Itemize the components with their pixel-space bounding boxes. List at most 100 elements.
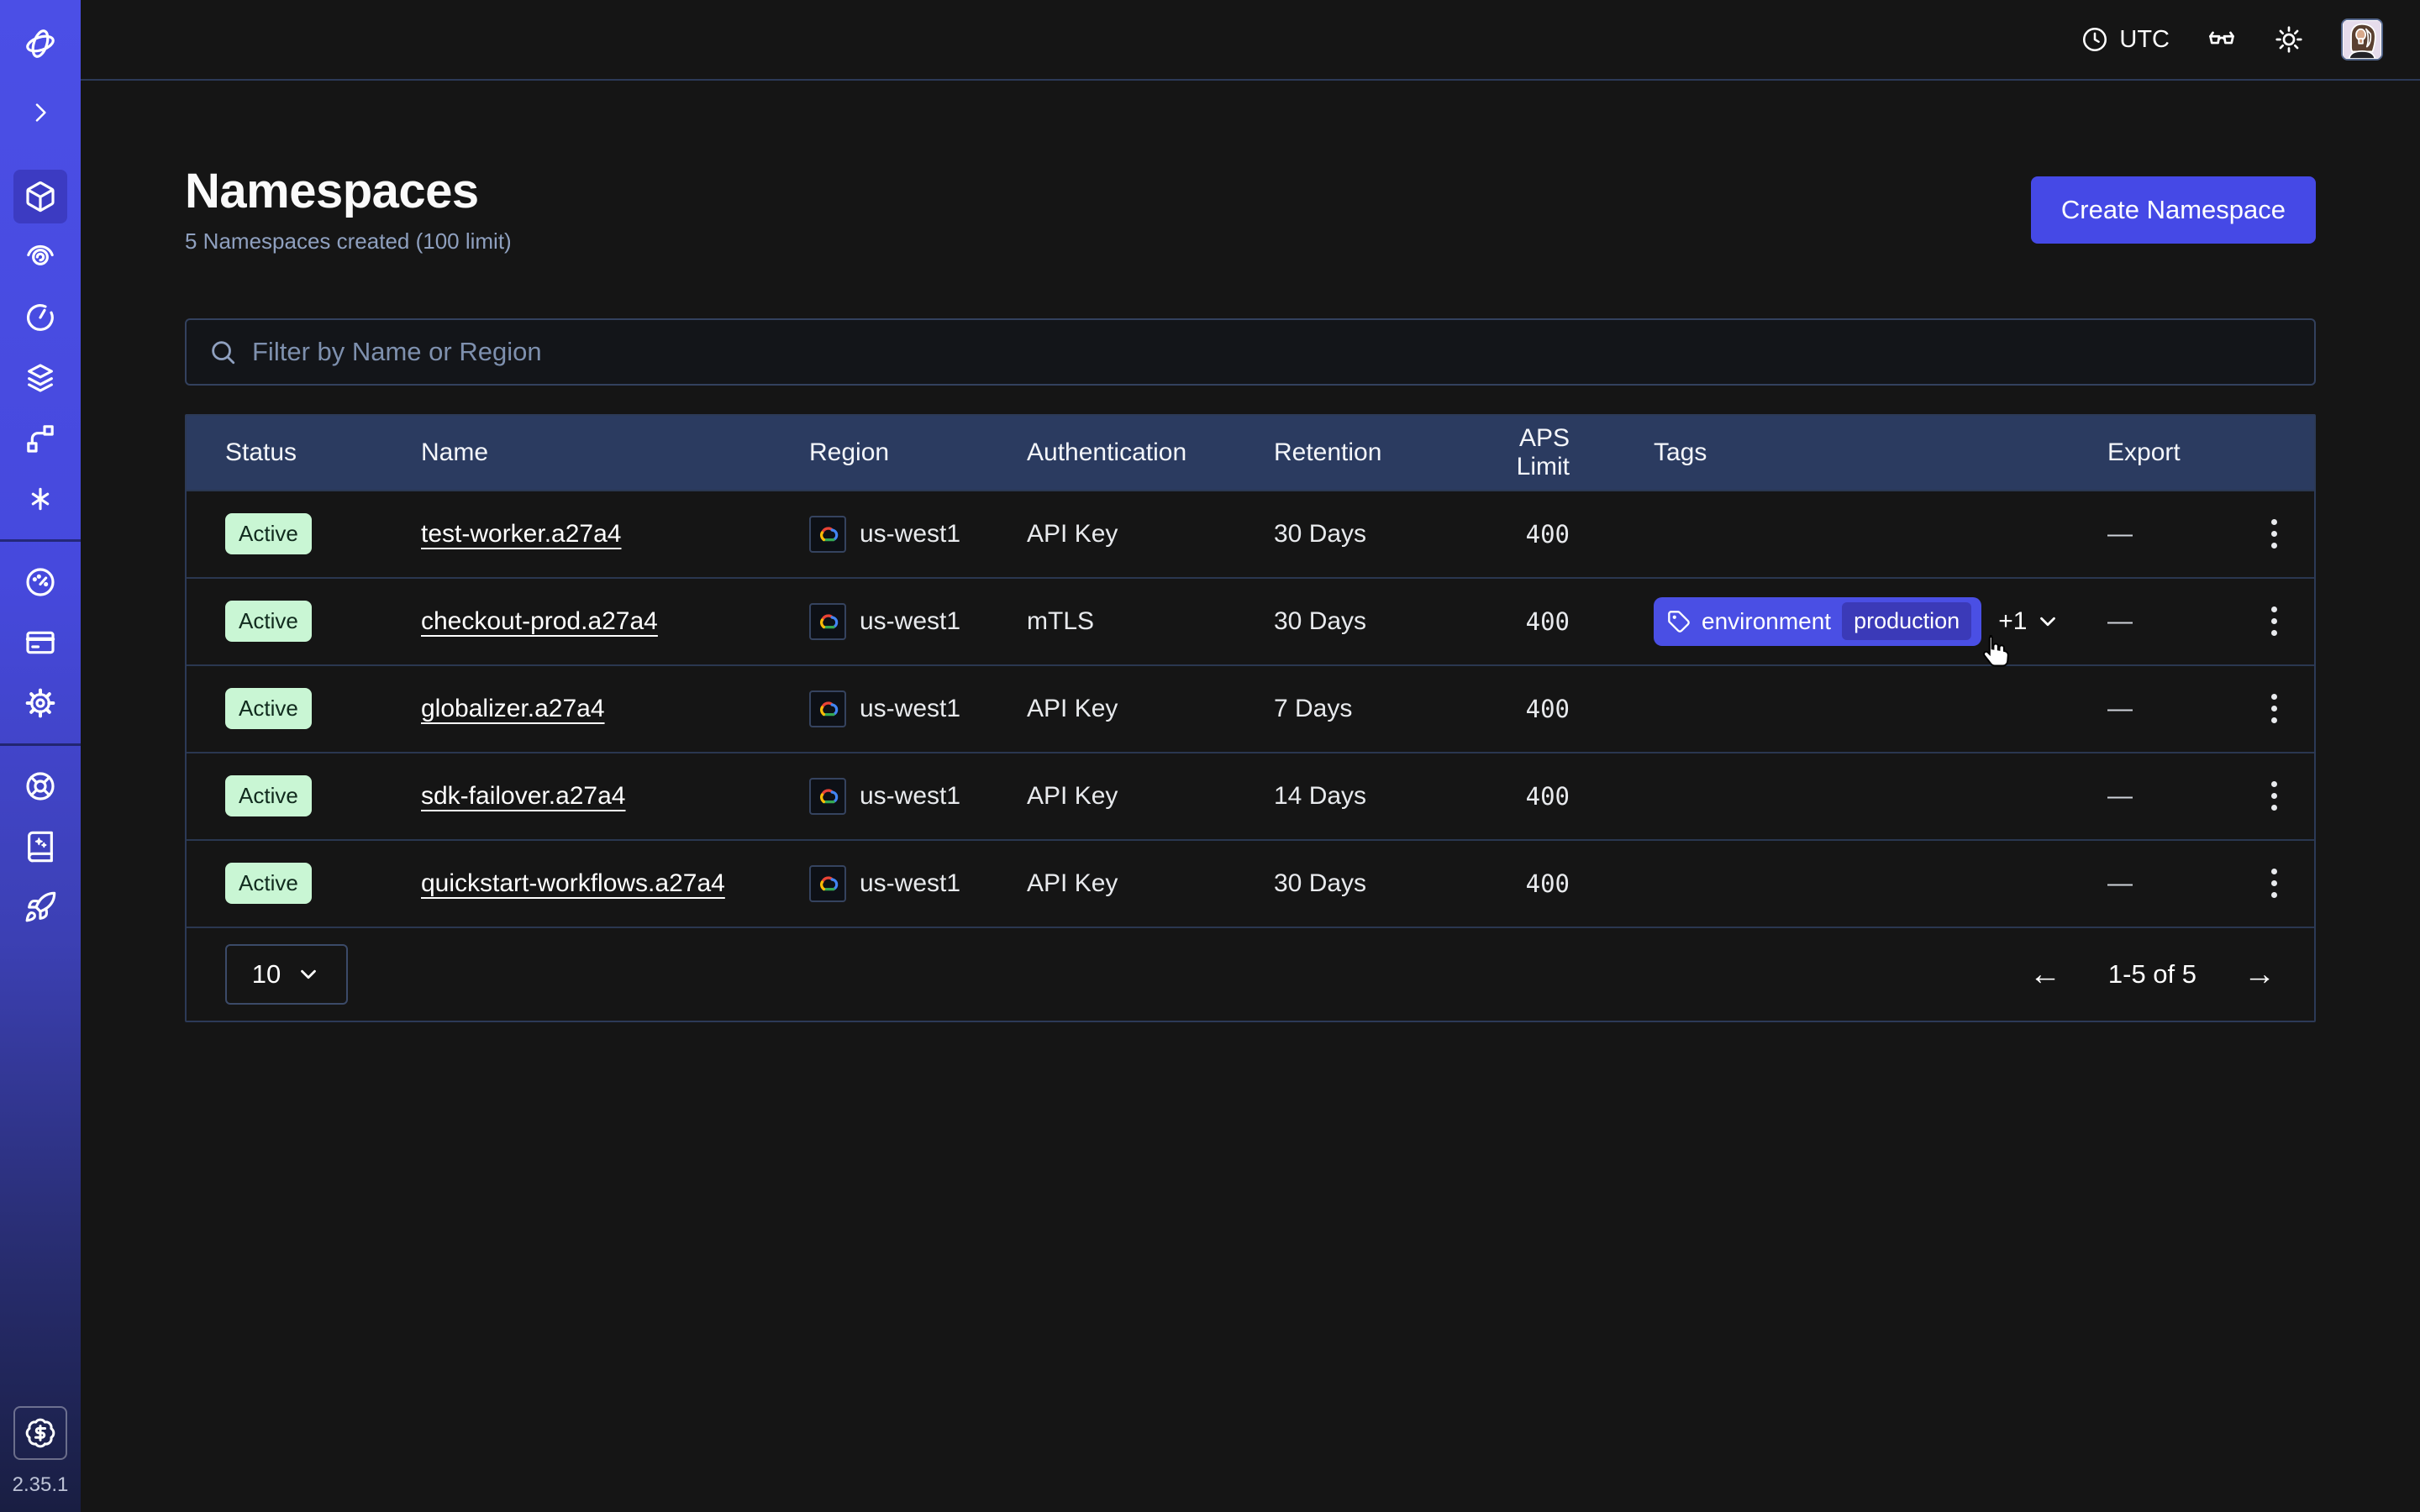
labs-toggle-button[interactable] (2207, 24, 2237, 55)
sun-icon (2274, 24, 2304, 55)
gcp-region-icon (809, 603, 846, 640)
row-actions-button[interactable] (2263, 685, 2286, 732)
sidebar-item-timer-icon[interactable] (13, 291, 67, 344)
page-content: Namespaces 5 Namespaces created (100 lim… (81, 81, 2420, 1512)
sidebar-item-book-sparkles-icon[interactable] (13, 820, 67, 874)
row-actions-button[interactable] (2263, 511, 2286, 557)
status-badge: Active (225, 863, 312, 904)
sidebar-item-namespaces-cube-icon[interactable] (13, 170, 67, 223)
pagination-range: 1-5 of 5 (2108, 959, 2196, 990)
next-page-button[interactable]: → (2244, 958, 2275, 990)
column-header-retention: Retention (1274, 438, 1466, 467)
main-area: UTC (81, 0, 2420, 1512)
search-icon (208, 338, 237, 366)
aps-limit-value: 400 (1526, 607, 1570, 636)
timezone-selector[interactable]: UTC (2081, 25, 2170, 54)
status-badge: Active (225, 513, 312, 554)
export-value: — (2107, 869, 2233, 898)
row-actions-button[interactable] (2263, 773, 2286, 819)
status-badge: Active (225, 688, 312, 729)
row-actions-button[interactable] (2263, 598, 2286, 644)
auth-value: API Key (1027, 869, 1274, 898)
sidebar-item-branch-icon[interactable] (13, 412, 67, 465)
column-header-aps-limit: APS Limit (1466, 424, 1570, 481)
topbar: UTC (81, 0, 2420, 81)
sidebar-divider (0, 743, 81, 746)
filter-bar (185, 318, 2316, 386)
sidebar-item-gauge-icon[interactable] (13, 555, 67, 609)
sidebar-item-orbit-icon[interactable] (13, 230, 67, 284)
tags-expand-button[interactable]: +1 (1998, 607, 2060, 636)
timezone-label: UTC (2119, 26, 2170, 54)
retention-value: 30 Days (1274, 607, 1466, 636)
app-root: 2.35.1 UTC (0, 0, 2420, 1512)
sidebar-item-lifebuoy-icon[interactable] (13, 759, 67, 813)
column-header-authentication: Authentication (1027, 438, 1274, 467)
previous-page-button[interactable]: ← (2029, 958, 2061, 990)
auth-value: API Key (1027, 695, 1274, 723)
gcp-region-icon (809, 690, 846, 727)
table-row: Active checkout-prod.a27a4 us-west1 (187, 577, 2314, 664)
page-size-select[interactable]: 10 (225, 944, 348, 1005)
export-value: — (2107, 695, 2233, 723)
namespace-link[interactable]: quickstart-workflows.a27a4 (421, 869, 725, 898)
aps-limit-value: 400 (1526, 520, 1570, 549)
sidebar-item-gear-icon[interactable] (13, 676, 67, 730)
sidebar-nav-account (13, 555, 67, 730)
tags-cell: environment production +1 (1570, 597, 2107, 646)
namespace-link[interactable]: test-worker.a27a4 (421, 520, 621, 549)
retention-value: 14 Days (1274, 782, 1466, 811)
table-row: Active quickstart-workflows.a27a4 us-wes… (187, 839, 2314, 927)
sidebar: 2.35.1 (0, 0, 81, 1512)
sidebar-item-layers-icon[interactable] (13, 351, 67, 405)
temporal-logo-icon[interactable] (13, 17, 67, 71)
region-label: us-west1 (860, 782, 960, 811)
tag-badge: environment production (1654, 597, 1981, 646)
user-avatar[interactable] (2341, 18, 2383, 60)
table-row: Active globalizer.a27a4 us-west1 (187, 664, 2314, 752)
billing-plan-button[interactable] (13, 1406, 67, 1460)
app-version: 2.35.1 (13, 1473, 69, 1497)
table-row: Active sdk-failover.a27a4 us-west1 (187, 752, 2314, 839)
sidebar-item-asterisk-icon[interactable] (13, 472, 67, 526)
table-header-row: Status Name Region Authentication Retent… (187, 416, 2314, 490)
sidebar-nav-help (13, 759, 67, 934)
namespace-link[interactable]: globalizer.a27a4 (421, 695, 605, 723)
tag-value: production (1842, 602, 1971, 640)
create-namespace-button[interactable]: Create Namespace (2031, 176, 2316, 244)
page-subtitle: 5 Namespaces created (100 limit) (185, 228, 512, 255)
theme-toggle-button[interactable] (2274, 24, 2304, 55)
row-actions-button[interactable] (2263, 860, 2286, 906)
table-row: Active test-worker.a27a4 us-west1 (187, 490, 2314, 577)
column-header-export: Export (2107, 438, 2233, 467)
chevron-down-icon (2035, 609, 2060, 634)
page-title-block: Namespaces 5 Namespaces created (100 lim… (185, 165, 512, 255)
tag-icon (1667, 610, 1691, 633)
status-badge: Active (225, 775, 312, 816)
region-label: us-west1 (860, 869, 960, 898)
auth-value: API Key (1027, 782, 1274, 811)
gcp-region-icon (809, 516, 846, 553)
sidebar-item-credit-card-icon[interactable] (13, 616, 67, 669)
namespaces-table: Status Name Region Authentication Retent… (185, 414, 2316, 1022)
namespace-link[interactable]: checkout-prod.a27a4 (421, 607, 658, 636)
sidebar-item-rocket-icon[interactable] (13, 880, 67, 934)
namespace-link[interactable]: sdk-failover.a27a4 (421, 782, 626, 811)
sidebar-expand-chevron-icon[interactable] (13, 86, 67, 139)
column-header-name: Name (421, 438, 809, 467)
filter-input[interactable] (252, 337, 2292, 367)
tags-more-count: +1 (1998, 607, 2027, 636)
export-value: — (2107, 520, 2233, 549)
status-badge: Active (225, 601, 312, 642)
table-footer: 10 ← 1-5 of 5 → (187, 927, 2314, 1021)
pagination: ← 1-5 of 5 → (2029, 958, 2275, 990)
region-label: us-west1 (860, 520, 960, 549)
auth-value: mTLS (1027, 607, 1274, 636)
region-label: us-west1 (860, 695, 960, 723)
auth-value: API Key (1027, 520, 1274, 549)
tag-key: environment (1702, 608, 1831, 635)
clock-icon (2081, 25, 2109, 54)
retention-value: 30 Days (1274, 520, 1466, 549)
gcp-region-icon (809, 778, 846, 815)
badge-dollar-icon (24, 1417, 56, 1449)
